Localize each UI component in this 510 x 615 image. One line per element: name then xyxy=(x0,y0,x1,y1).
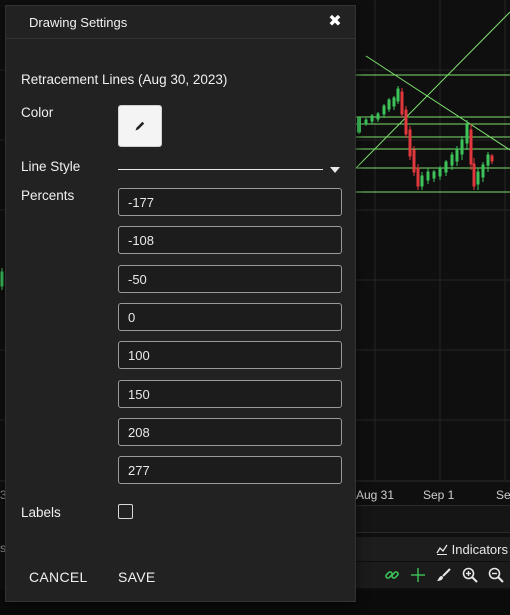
percent-input[interactable] xyxy=(118,226,342,254)
x-axis-label: Sep 1 xyxy=(423,488,455,502)
color-picker-button[interactable] xyxy=(118,105,162,147)
percent-input[interactable] xyxy=(118,303,342,331)
color-label: Color xyxy=(21,105,54,120)
percent-input[interactable] xyxy=(118,265,342,293)
line-style-preview xyxy=(118,169,323,170)
close-icon[interactable]: ✖ xyxy=(327,13,343,31)
line-style-dropdown[interactable] xyxy=(118,162,342,178)
zoom-out-icon[interactable] xyxy=(488,567,504,583)
indicators-label: Indicators xyxy=(451,541,508,557)
cancel-button[interactable]: CANCEL xyxy=(29,569,88,585)
dialog-title: Drawing Settings xyxy=(29,15,128,30)
crosshair-icon[interactable] xyxy=(410,567,426,583)
percent-input[interactable] xyxy=(118,341,342,369)
percent-input[interactable] xyxy=(118,456,342,484)
labels-label: Labels xyxy=(21,505,61,520)
drawing-settings-dialog: Drawing Settings ✖ Retracement Lines (Au… xyxy=(5,5,356,602)
retracement-diagonals xyxy=(355,11,510,169)
save-button[interactable]: SAVE xyxy=(118,569,156,585)
link-icon[interactable] xyxy=(384,567,400,583)
percent-input[interactable] xyxy=(118,418,342,446)
chart-toolbar xyxy=(356,562,510,588)
zoom-in-icon[interactable] xyxy=(462,567,478,583)
drawing-subtitle: Retracement Lines (Aug 30, 2023) xyxy=(21,72,228,87)
line-style-label: Line Style xyxy=(21,159,81,174)
x-axis-label: Aug 31 xyxy=(356,488,395,502)
labels-checkbox[interactable] xyxy=(118,504,133,519)
indicators-icon xyxy=(436,544,448,555)
percent-input[interactable] xyxy=(118,188,342,216)
percent-input[interactable] xyxy=(118,380,342,408)
percents-label: Percents xyxy=(21,188,75,203)
dialog-header: Drawing Settings ✖ xyxy=(6,6,355,39)
pencil-icon xyxy=(135,121,145,131)
indicators-button[interactable]: Indicators xyxy=(356,537,510,561)
chevron-down-icon xyxy=(330,167,340,173)
time-scroll-strip[interactable] xyxy=(356,505,510,533)
app-stage: Aug 31 Sep 1 Se 3 s Indicators Drawing S… xyxy=(0,0,510,615)
brush-icon[interactable] xyxy=(436,567,452,583)
x-axis-label: Se xyxy=(496,488,510,502)
